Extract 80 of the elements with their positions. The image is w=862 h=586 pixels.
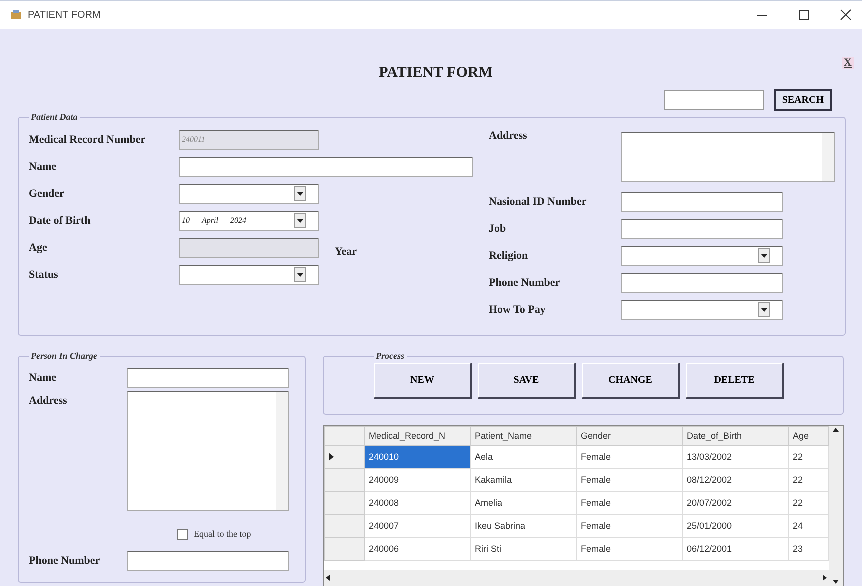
action-button[interactable]: NEW — [374, 363, 472, 399]
corner-header — [324, 426, 364, 446]
scroll-left-icon[interactable] — [324, 574, 332, 582]
address-field[interactable] — [621, 132, 835, 182]
column-header[interactable]: Date_of_Birth — [682, 426, 788, 446]
group-title: Person In Charge — [30, 351, 99, 361]
field-label: Age — [29, 242, 48, 254]
text-field[interactable] — [621, 192, 783, 212]
dropdown[interactable] — [179, 264, 319, 284]
field-label: Phone Number — [489, 276, 562, 288]
column-header[interactable]: Medical_Record_N — [364, 426, 470, 446]
table-cell: 240009 — [364, 468, 470, 492]
table-cell: 08/12/2002 — [682, 468, 788, 492]
text-field[interactable] — [127, 551, 289, 571]
table-cell: 240007 — [364, 514, 470, 538]
dropdown[interactable] — [179, 184, 319, 204]
horizontal-scrollbar[interactable] — [324, 570, 829, 586]
form-heading: PATIENT FORM — [379, 65, 493, 82]
group-title: Process — [375, 351, 406, 361]
close-link[interactable]: X — [842, 57, 854, 69]
action-button[interactable]: SAVE — [478, 363, 576, 399]
action-button[interactable]: CHANGE — [582, 363, 680, 399]
search-button[interactable]: SEARCH — [774, 89, 832, 111]
field-label: Medical Record Number — [29, 134, 147, 146]
field-label: Phone Number — [29, 555, 102, 567]
action-button[interactable]: DELETE — [686, 363, 784, 399]
text-field[interactable] — [127, 368, 289, 388]
table-cell: Ikeu Sabrina — [470, 514, 576, 538]
text-field[interactable] — [621, 272, 783, 292]
maximize-icon[interactable] — [798, 9, 810, 21]
table-cell: 25/01/2000 — [682, 514, 788, 538]
table-cell: Kakamila — [470, 468, 576, 492]
table-cell: Female — [576, 446, 682, 468]
table-cell: 06/12/2001 — [682, 538, 788, 560]
column-header[interactable]: Age — [788, 426, 828, 446]
field-label: Name — [29, 372, 58, 384]
app-icon — [10, 9, 22, 21]
column-header[interactable]: Gender — [576, 426, 682, 446]
field-label: Address — [29, 394, 68, 407]
window-title: PATIENT FORM — [28, 10, 101, 20]
column-header[interactable]: Patient_Name — [470, 426, 576, 446]
field-label: Name — [29, 160, 58, 172]
date-picker[interactable]: 10 April 2024 — [179, 210, 319, 230]
field-label: Status — [29, 268, 60, 280]
table-cell: Aela — [470, 446, 576, 468]
checkbox-label: Equal to the top — [194, 529, 252, 539]
table-cell: Female — [576, 538, 682, 560]
text-field[interactable] — [179, 156, 473, 176]
text-field[interactable] — [621, 218, 783, 238]
row-header[interactable] — [324, 446, 364, 468]
field-label: Nasional ID Number — [489, 196, 588, 208]
table-cell: 240008 — [364, 492, 470, 514]
table-cell: Riri Sti — [470, 538, 576, 560]
vertical-scrollbar[interactable] — [829, 426, 843, 586]
unit-label: Year — [335, 244, 357, 258]
dropdown[interactable] — [621, 300, 783, 320]
scroll-right-icon[interactable] — [821, 574, 829, 582]
table-cell: Amelia — [470, 492, 576, 514]
field-label: Job — [489, 222, 508, 234]
table-cell: 240010 — [364, 446, 470, 468]
close-icon[interactable] — [840, 9, 852, 21]
table-cell: Female — [576, 468, 682, 492]
table-cell: 240006 — [364, 538, 470, 560]
address-field[interactable] — [127, 391, 289, 511]
group-title: Patient Data — [30, 112, 79, 122]
field-label: How To Pay — [489, 304, 547, 316]
field-label: Date of Birth — [29, 214, 92, 226]
table-cell: 13/03/2002 — [682, 446, 788, 468]
table-cell: Female — [576, 514, 682, 538]
field-label: Address — [489, 129, 528, 142]
scroll-down-icon[interactable] — [832, 578, 840, 586]
table-cell: Female — [576, 492, 682, 514]
field-label: Religion — [489, 250, 530, 262]
dropdown[interactable] — [621, 246, 783, 266]
scroll-up-icon[interactable] — [832, 426, 840, 434]
table-cell: 20/07/2002 — [682, 492, 788, 514]
search-field[interactable] — [664, 90, 764, 110]
field-label: Gender — [29, 188, 66, 200]
checkbox[interactable] — [177, 528, 188, 540]
current-row-icon — [329, 453, 334, 461]
